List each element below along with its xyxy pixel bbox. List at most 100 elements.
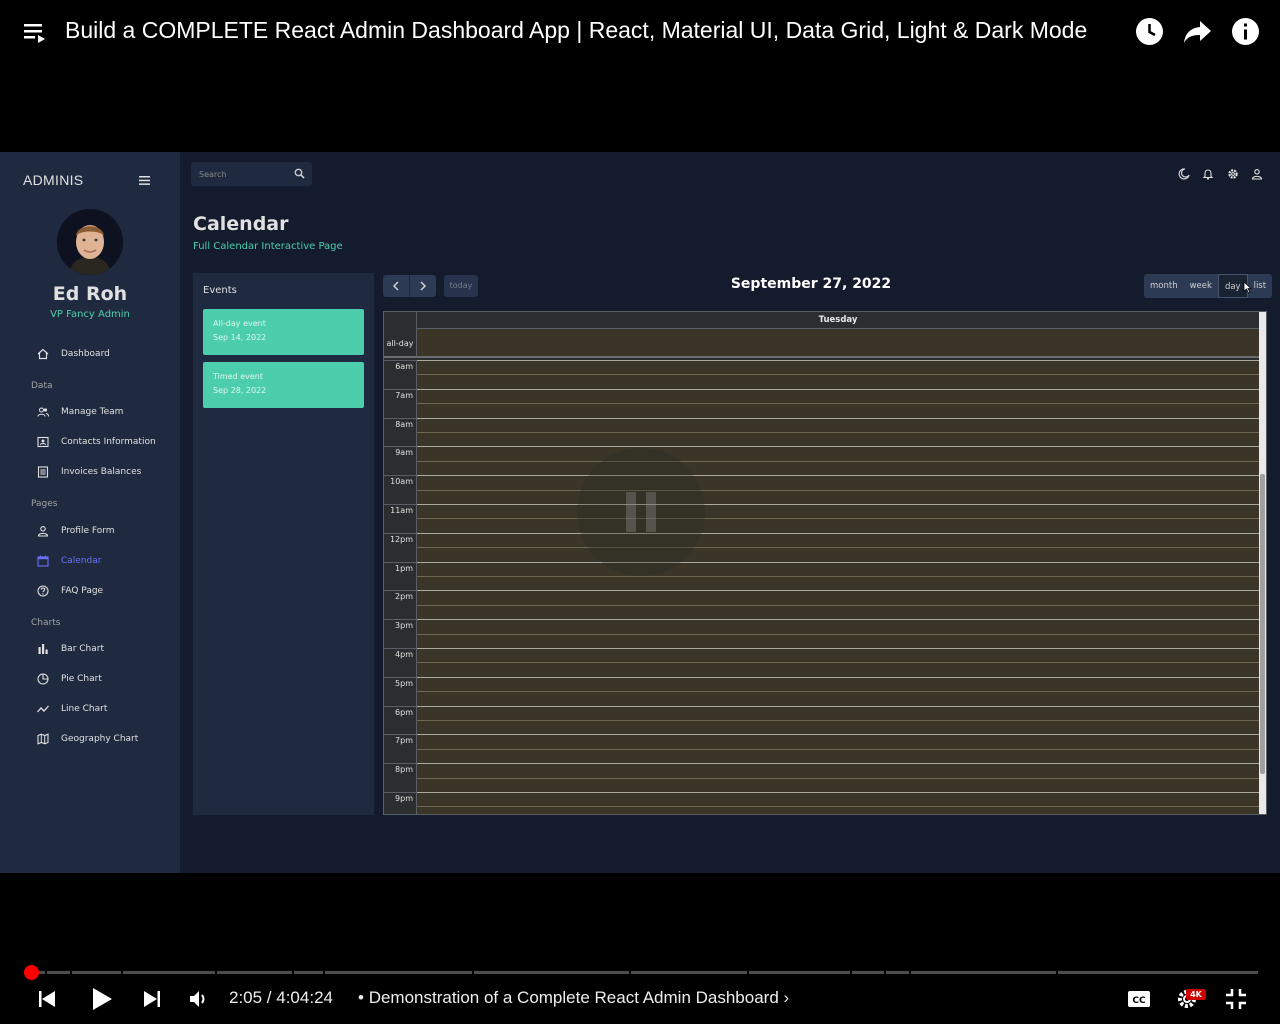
exit-fullscreen-icon[interactable]: [1225, 988, 1247, 1010]
today-button[interactable]: today: [444, 275, 478, 297]
search-icon[interactable]: [294, 168, 305, 179]
sidebar-item-contacts[interactable]: Contacts Information: [37, 434, 156, 450]
nav-button-group: [383, 275, 436, 297]
half-hour-slot-line: [417, 460, 1259, 462]
view-switcher: month week day list: [1144, 274, 1273, 298]
hour-slot-line: [417, 504, 1259, 505]
video-frame[interactable]: ADMINIS Ed Roh VP Fancy Admin Dashboard …: [0, 152, 1280, 873]
chapter-segment[interactable]: [324, 971, 472, 974]
chapter-segment[interactable]: [886, 971, 909, 974]
scrollbar-thumb[interactable]: [1260, 474, 1265, 774]
info-icon[interactable]: [1231, 17, 1260, 46]
settings-gear-icon[interactable]: [1227, 168, 1239, 180]
sidebar-item-label: Calendar: [61, 556, 102, 566]
calendar-scrollbar[interactable]: [1259, 312, 1266, 814]
day-column-header: Tuesday: [416, 312, 1259, 329]
chapter-segment[interactable]: [851, 971, 885, 974]
hour-slot-line: [417, 590, 1259, 592]
hour-label: 9pm: [395, 794, 413, 803]
hour-label: 7am: [395, 390, 413, 400]
chapter-segment[interactable]: [123, 971, 216, 974]
hour-slot-line: [417, 648, 1259, 649]
time-label-divider: [384, 446, 416, 448]
chapter-segment[interactable]: [217, 971, 292, 974]
half-hour-slot-line: [417, 777, 1259, 779]
chapter-title[interactable]: • Demonstration of a Complete React Admi…: [358, 988, 789, 1008]
video-title[interactable]: Build a COMPLETE React Admin Dashboard A…: [65, 17, 1087, 44]
all-day-cell[interactable]: [416, 329, 1259, 358]
player-top-bar: Build a COMPLETE React Admin Dashboard A…: [0, 0, 1280, 64]
chapter-segment[interactable]: [1057, 971, 1258, 974]
sidebar-item-invoices[interactable]: Invoices Balances: [37, 464, 141, 480]
user-name: Ed Roh: [52, 283, 128, 305]
previous-icon[interactable]: [37, 989, 57, 1009]
sidebar-item-label: Line Chart: [61, 704, 108, 714]
play-icon[interactable]: [90, 986, 114, 1012]
view-month-button[interactable]: month: [1144, 274, 1184, 298]
view-week-button[interactable]: week: [1184, 274, 1218, 298]
hour-label: 12pm: [389, 534, 413, 544]
calendar-day-grid: Tuesday all-day 6am 7am 8am 9am 10am 11am 12pm…: [383, 311, 1267, 815]
sidebar-item-bar-chart[interactable]: Bar Chart: [37, 641, 104, 657]
sidebar-item-dashboard[interactable]: Dashboard: [37, 346, 110, 362]
app-sidebar: ADMINIS Ed Roh VP Fancy Admin Dashboard …: [0, 152, 180, 873]
sidebar-item-profile-form[interactable]: Profile Form: [37, 523, 115, 539]
bar-chart-icon: [37, 643, 49, 655]
time-label-divider: [384, 532, 416, 534]
hour-label: 1pm: [395, 563, 413, 573]
time-label-divider: [384, 792, 416, 793]
menu-toggle-icon[interactable]: [139, 176, 150, 185]
chapter-segment[interactable]: [473, 971, 629, 974]
hour-label: 8am: [395, 419, 413, 429]
chapter-segment[interactable]: [910, 971, 1056, 974]
next-button[interactable]: [409, 275, 436, 297]
progress-scrubber[interactable]: [24, 965, 39, 980]
hour-label: 11am: [390, 506, 413, 515]
time-slots[interactable]: [416, 360, 1259, 814]
half-hour-slot-line: [417, 403, 1259, 405]
half-hour-slot-line: [417, 547, 1259, 549]
volume-icon[interactable]: [189, 990, 209, 1008]
chevron-right-icon: ›: [783, 988, 790, 1007]
sidebar-item-label: Manage Team: [61, 407, 124, 417]
sidebar-section-data: Data: [31, 381, 53, 391]
sidebar-item-manage-team[interactable]: Manage Team: [37, 404, 123, 420]
pie-chart-icon: [37, 673, 49, 685]
hour-slot-line: [417, 360, 1259, 361]
event-date: Sep 14, 2022: [213, 333, 267, 342]
next-icon[interactable]: [142, 989, 162, 1009]
prev-button[interactable]: [383, 275, 409, 297]
event-card[interactable]: All-day event Sep 14, 2022: [203, 309, 364, 355]
hour-label: 6pm: [395, 707, 413, 717]
sidebar-section-charts: Charts: [31, 618, 61, 628]
event-card[interactable]: Timed event Sep 28, 2022: [203, 362, 364, 408]
playlist-icon[interactable]: [24, 22, 48, 44]
sidebar-item-label: Profile Form: [61, 526, 115, 536]
user-profile-icon[interactable]: [1251, 168, 1263, 180]
hour-slot-line: [417, 792, 1259, 793]
chapter-segment[interactable]: [71, 971, 122, 974]
captions-icon[interactable]: CC: [1127, 990, 1151, 1008]
progress-bar[interactable]: [24, 971, 1258, 974]
dark-mode-icon[interactable]: [1178, 168, 1190, 180]
notifications-icon[interactable]: [1202, 168, 1214, 180]
search-input[interactable]: [199, 167, 284, 181]
sidebar-item-pie-chart[interactable]: Pie Chart: [37, 671, 102, 687]
sidebar-item-line-chart[interactable]: Line Chart: [37, 701, 107, 717]
search-bar: [191, 162, 312, 186]
sidebar-item-label: Pie Chart: [61, 674, 102, 684]
chapter-segment[interactable]: [749, 971, 850, 974]
watch-later-icon[interactable]: [1135, 17, 1164, 46]
sidebar-item-faq[interactable]: FAQ Page: [37, 583, 103, 599]
chapter-segment[interactable]: [293, 971, 323, 974]
people-icon: [37, 406, 49, 418]
sidebar-item-label: Contacts Information: [61, 437, 156, 447]
home-icon: [37, 348, 49, 360]
share-icon[interactable]: [1183, 19, 1212, 45]
time-label-divider: [384, 763, 416, 765]
event-title: All-day event: [213, 319, 266, 328]
chapter-segment[interactable]: [630, 971, 748, 974]
chapter-segment[interactable]: [46, 971, 70, 974]
sidebar-item-geography-chart[interactable]: Geography Chart: [37, 731, 138, 747]
sidebar-item-calendar[interactable]: Calendar: [37, 553, 101, 569]
